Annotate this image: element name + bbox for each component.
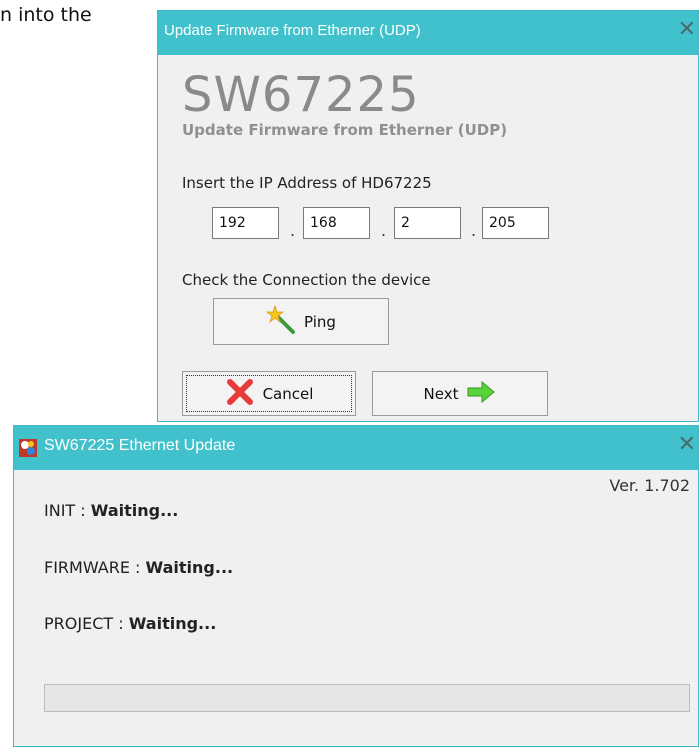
ip-separator: . — [471, 221, 477, 240]
app-logo-icon — [19, 439, 37, 457]
close-icon[interactable]: ✕ — [678, 434, 696, 456]
ip-separator: . — [290, 221, 296, 240]
ip-octet-4-input[interactable] — [482, 207, 549, 239]
next-button-label: Next — [423, 384, 459, 403]
status-label: FIRMWARE : — [44, 558, 141, 577]
magic-wand-icon — [265, 304, 296, 339]
background-doc-text: n into the — [0, 4, 92, 26]
update-window-title: SW67225 Ethernet Update — [44, 437, 236, 454]
green-arrow-icon — [466, 380, 496, 407]
status-value: Waiting... — [128, 614, 217, 633]
ping-button-label: Ping — [304, 312, 336, 331]
ethernet-update-window: SW67225 Ethernet Update ✕ Ver. 1.702 INI… — [13, 425, 699, 747]
update-window-titlebar[interactable]: SW67225 Ethernet Update ✕ — [14, 426, 698, 470]
status-label: INIT : — [44, 501, 86, 520]
dialog-title: Update Firmware from Etherner (UDP) — [164, 22, 421, 39]
ip-octet-2-input[interactable] — [303, 207, 370, 239]
ip-octet-3-input[interactable] — [394, 207, 461, 239]
status-value: Waiting... — [90, 501, 179, 520]
status-project: PROJECT : Waiting... — [44, 614, 216, 633]
status-value: Waiting... — [145, 558, 234, 577]
ping-button[interactable]: Ping — [213, 298, 389, 345]
dialog-titlebar[interactable]: Update Firmware from Etherner (UDP) ✕ — [158, 11, 698, 55]
ip-octet-1-input[interactable] — [212, 207, 279, 239]
app-heading: SW67225 — [182, 67, 420, 123]
status-label: PROJECT : — [44, 614, 124, 633]
update-progress-bar — [44, 684, 690, 712]
cancel-button-label: Cancel — [262, 384, 314, 403]
app-subheading: Update Firmware from Etherner (UDP) — [182, 121, 508, 139]
ip-address-label: Insert the IP Address of HD67225 — [182, 174, 432, 192]
check-connection-label: Check the Connection the device — [182, 271, 431, 289]
version-label: Ver. 1.702 — [609, 476, 690, 495]
ip-separator: . — [381, 221, 387, 240]
close-icon[interactable]: ✕ — [678, 19, 696, 41]
firmware-update-dialog: Update Firmware from Etherner (UDP) ✕ SW… — [157, 10, 699, 422]
next-button[interactable]: Next — [372, 371, 548, 416]
red-x-icon — [225, 377, 255, 411]
status-init: INIT : Waiting... — [44, 501, 178, 520]
status-firmware: FIRMWARE : Waiting... — [44, 558, 233, 577]
cancel-button[interactable]: Cancel — [182, 371, 356, 416]
